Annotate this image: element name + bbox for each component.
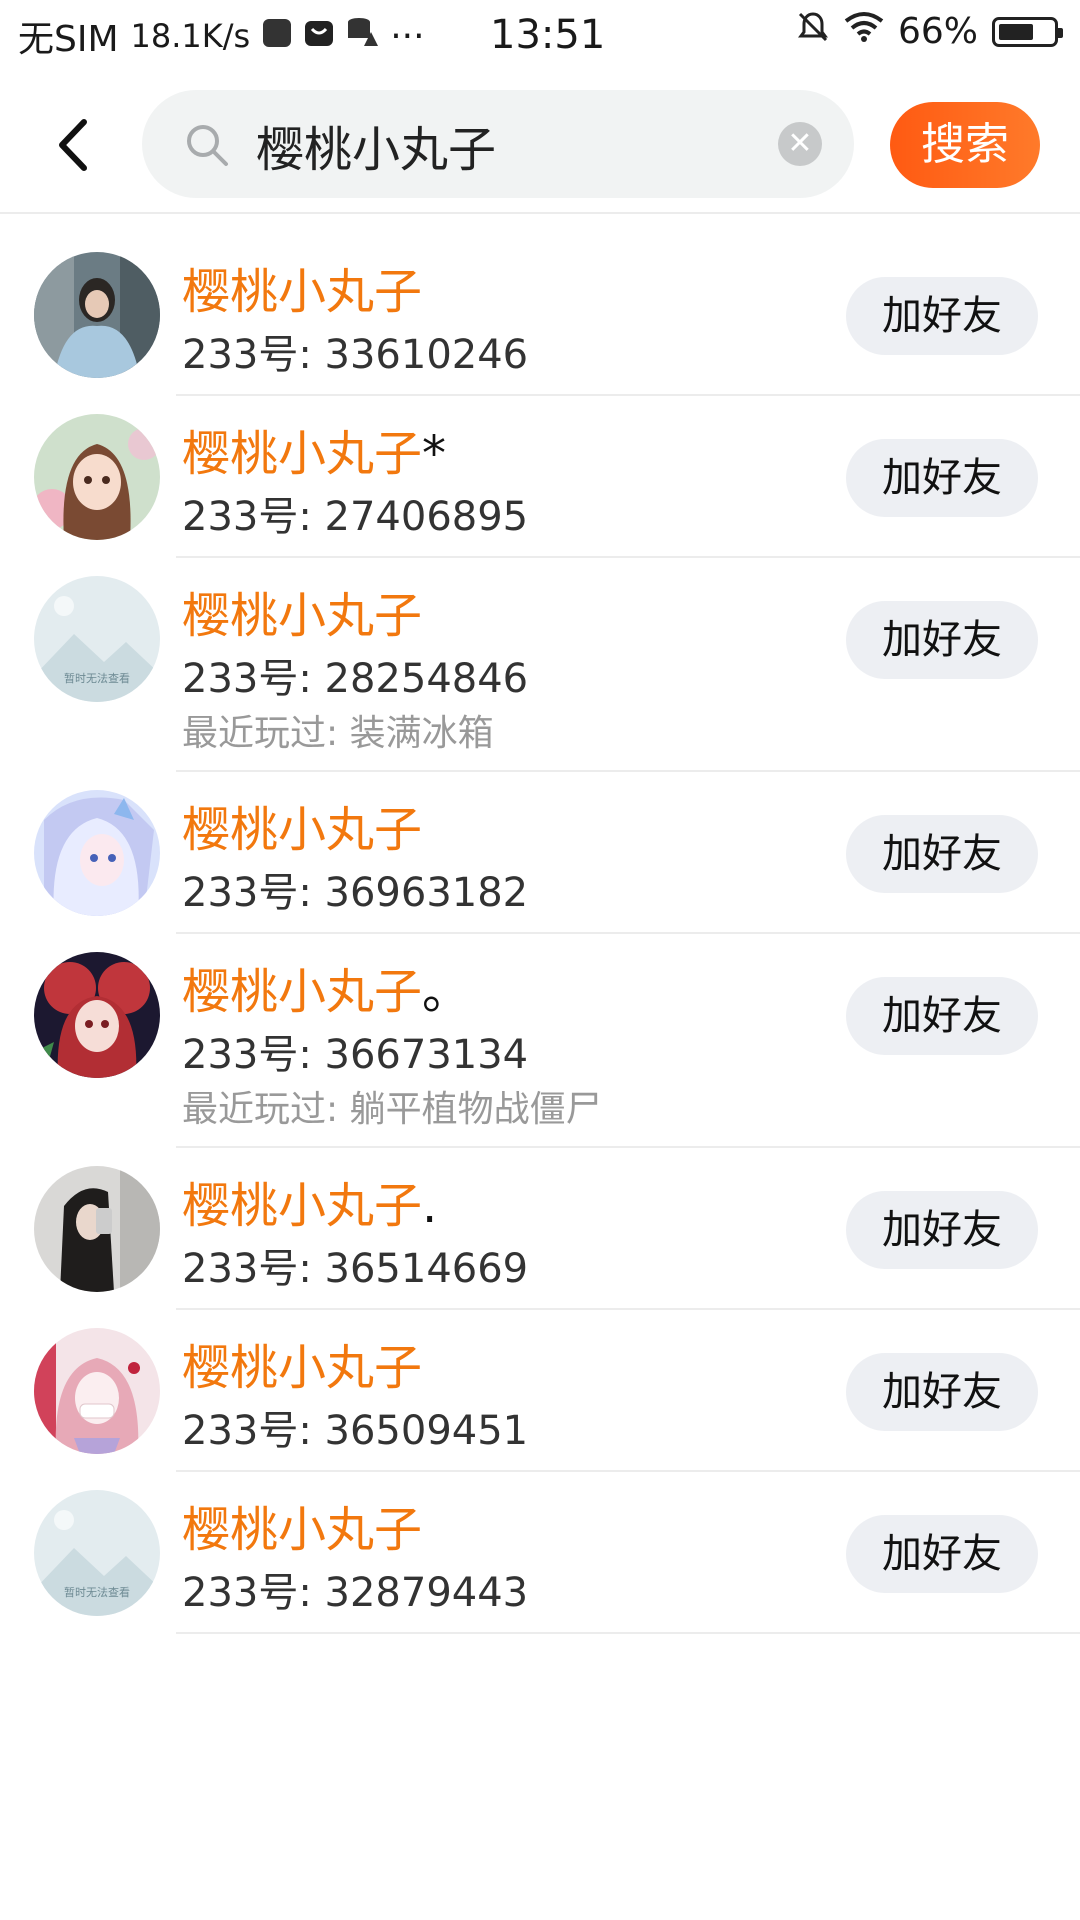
user-id: 233号: 27406895 [182, 494, 529, 540]
avatar[interactable]: 暂时无法查看 [34, 1490, 160, 1616]
user-id: 233号: 28254846 [182, 656, 529, 702]
user-name: 樱桃小丸子 [182, 576, 422, 646]
avatar[interactable] [34, 414, 160, 540]
user-id: 233号: 32879443 [182, 1570, 529, 1616]
user-name-suffix: . [422, 1178, 438, 1234]
status-bar: 无SIM 18.1K/s ··· 13:51 66% [0, 0, 1080, 72]
add-friend-button[interactable]: 加好友 [846, 1191, 1038, 1269]
recently-played: 最近玩过: 装满冰箱 [182, 713, 494, 754]
result-row[interactable]: 樱桃小丸子。 233号: 36673134 最近玩过: 躺平植物战僵尸 加好友 [0, 934, 1080, 1148]
result-row[interactable]: 暂时无法查看 樱桃小丸子 233号: 32879443 加好友 [0, 1472, 1080, 1634]
search-button[interactable]: 搜索 [890, 102, 1040, 188]
add-friend-button[interactable]: 加好友 [846, 977, 1038, 1055]
user-name: 樱桃小丸子 [182, 1490, 422, 1560]
carrier-label: 无SIM [18, 19, 119, 60]
user-id: 233号: 33610246 [182, 332, 529, 378]
add-friend-button[interactable]: 加好友 [846, 439, 1038, 517]
user-name-text: 樱桃小丸子 [182, 964, 423, 1020]
avatar[interactable] [34, 252, 160, 378]
user-name-text: 樱桃小丸子 [182, 588, 423, 644]
user-name: 樱桃小丸子 [182, 1328, 422, 1398]
result-row[interactable]: 樱桃小丸子. 233号: 36514669 加好友 [0, 1148, 1080, 1310]
more-status-icon: ··· [390, 15, 425, 57]
user-name-text: 樱桃小丸子 [182, 1340, 423, 1396]
battery-percent: 66% [897, 11, 978, 52]
avatar[interactable] [34, 1328, 160, 1454]
add-friend-button[interactable]: 加好友 [846, 277, 1038, 355]
user-name-text: 樱桃小丸子 [182, 1178, 423, 1234]
result-row[interactable]: 樱桃小丸子 233号: 33610246 加好友 [0, 234, 1080, 396]
search-input[interactable] [254, 112, 738, 178]
result-row[interactable]: 樱桃小丸子 233号: 36509451 加好友 [0, 1310, 1080, 1472]
search-icon [184, 122, 230, 168]
clear-search-icon[interactable]: ✕ [778, 122, 822, 166]
user-name: 樱桃小丸子。 [182, 952, 470, 1022]
user-name: 樱桃小丸子 [182, 790, 422, 860]
network-speed: 18.1K/s [130, 17, 251, 55]
svg-text:暂时无法查看: 暂时无法查看 [64, 1585, 130, 1599]
avatar[interactable]: 暂时无法查看 [34, 576, 160, 702]
wifi-icon [844, 11, 884, 52]
back-button[interactable] [44, 110, 104, 180]
user-name-text: 樱桃小丸子 [182, 1502, 423, 1558]
user-name-text: 樱桃小丸子 [182, 264, 423, 320]
battery-icon [992, 16, 1063, 47]
svg-text:暂时无法查看: 暂时无法查看 [64, 671, 130, 685]
message-icon [304, 16, 334, 57]
storage-warning-icon [346, 16, 379, 57]
avatar[interactable] [34, 1166, 160, 1292]
add-friend-button[interactable]: 加好友 [846, 1353, 1038, 1431]
add-friend-button[interactable]: 加好友 [846, 601, 1038, 679]
recently-played: 最近玩过: 躺平植物战僵尸 [182, 1089, 602, 1130]
user-name: 樱桃小丸子. [182, 1166, 437, 1236]
mute-bell-icon [796, 10, 830, 53]
user-name: 樱桃小丸子* [182, 414, 446, 484]
add-friend-button[interactable]: 加好友 [846, 815, 1038, 893]
user-id: 233号: 36514669 [182, 1246, 529, 1292]
user-name-suffix: * [422, 426, 447, 482]
app-notification-icon [262, 16, 292, 57]
result-row[interactable]: 樱桃小丸子* 233号: 27406895 加好友 [0, 396, 1080, 558]
search-box[interactable]: ✕ [142, 90, 854, 198]
results-list: 樱桃小丸子 233号: 33610246 加好友 樱桃小丸子* 233号: 274068… [0, 234, 1080, 1634]
search-header: ✕ 搜索 [0, 72, 1080, 214]
add-friend-button[interactable]: 加好友 [846, 1515, 1038, 1593]
user-id: 233号: 36963182 [182, 870, 529, 916]
user-id: 233号: 36673134 [182, 1032, 529, 1078]
result-row[interactable]: 暂时无法查看 樱桃小丸子 233号: 28254846 最近玩过: 装满冰箱 加好友 [0, 558, 1080, 772]
user-name-text: 樱桃小丸子 [182, 802, 423, 858]
avatar[interactable] [34, 790, 160, 916]
user-id: 233号: 36509451 [182, 1408, 529, 1454]
avatar[interactable] [34, 952, 160, 1078]
result-row[interactable]: 樱桃小丸子 233号: 36963182 加好友 [0, 772, 1080, 934]
back-arrow-icon [59, 119, 87, 171]
user-name: 樱桃小丸子 [182, 252, 422, 322]
clock: 13:51 [490, 12, 606, 58]
user-name-suffix: 。 [422, 964, 471, 1020]
user-name-text: 樱桃小丸子 [182, 426, 423, 482]
